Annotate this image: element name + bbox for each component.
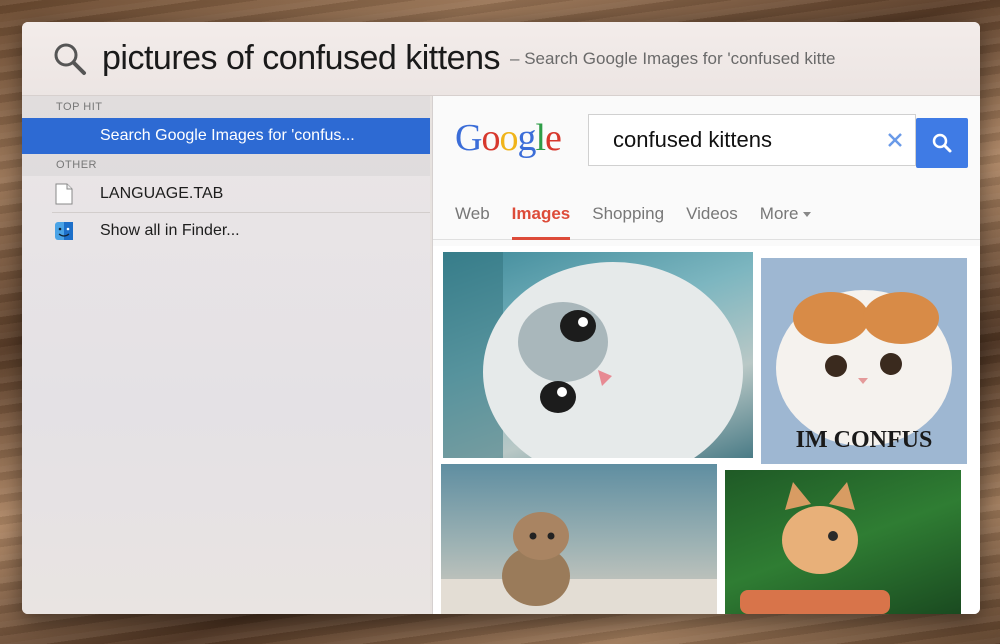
tab-web[interactable]: Web	[455, 196, 490, 240]
image-caption: IM CONFUS	[795, 427, 933, 453]
spotlight-query-text[interactable]: pictures of confused kittens	[102, 39, 501, 78]
google-search-button[interactable]	[916, 118, 968, 168]
image-result-2[interactable]: IM CONFUS	[761, 258, 967, 464]
kitten-image	[441, 512, 717, 614]
logo-letter: g	[517, 117, 536, 159]
google-search-value[interactable]: confused kittens	[589, 127, 875, 153]
result-label: LANGUAGE.TAB	[100, 185, 224, 202]
image-result-1[interactable]	[443, 252, 753, 458]
section-label-top-hit: TOP HIT	[22, 96, 430, 118]
tab-shopping[interactable]: Shopping	[592, 196, 664, 240]
tab-videos[interactable]: Videos	[686, 196, 738, 240]
logo-letter: G	[455, 117, 482, 159]
search-icon	[932, 133, 952, 153]
finder-icon	[52, 219, 76, 243]
google-search-input[interactable]: confused kittens	[588, 114, 916, 166]
tab-more[interactable]: More	[760, 196, 811, 240]
result-label: Show all in Finder...	[100, 222, 240, 239]
image-result-3[interactable]	[441, 464, 717, 614]
spotlight-query-hint: – Search Google Images for 'confused kit…	[510, 48, 836, 68]
logo-letter: l	[535, 117, 546, 159]
preview-pane: Google confused kittens Web Images Shopp…	[432, 96, 980, 614]
google-tabs: Web Images Shopping Videos More	[433, 196, 980, 240]
logo-letter: o	[481, 117, 500, 159]
kitten-image	[443, 252, 743, 458]
spotlight-query-bar[interactable]: pictures of confused kittens – Search Go…	[22, 22, 980, 96]
document-icon	[52, 182, 76, 206]
search-icon	[54, 43, 86, 75]
kitten-image	[740, 482, 890, 614]
top-hit-result[interactable]: Search Google Images for 'confus...	[22, 118, 430, 154]
tab-more-label: More	[759, 204, 799, 223]
result-language-tab[interactable]: LANGUAGE.TAB	[22, 176, 430, 212]
top-hit-label: Search Google Images for 'confus...	[100, 127, 355, 144]
results-list: TOP HIT Search Google Images for 'confus…	[22, 96, 430, 614]
spotlight-window: pictures of confused kittens – Search Go…	[22, 22, 980, 614]
tab-images[interactable]: Images	[511, 196, 571, 240]
image-result-4[interactable]	[725, 470, 961, 614]
chevron-down-icon	[802, 212, 811, 218]
section-label-other: OTHER	[22, 154, 430, 176]
logo-letter: o	[499, 117, 518, 159]
google-header: Google confused kittens Web Images Shopp…	[433, 96, 980, 246]
google-logo[interactable]: Google	[455, 116, 562, 160]
result-show-all-finder[interactable]: Show all in Finder...	[22, 213, 430, 249]
close-icon[interactable]	[875, 114, 915, 166]
logo-letter: e	[545, 117, 562, 159]
